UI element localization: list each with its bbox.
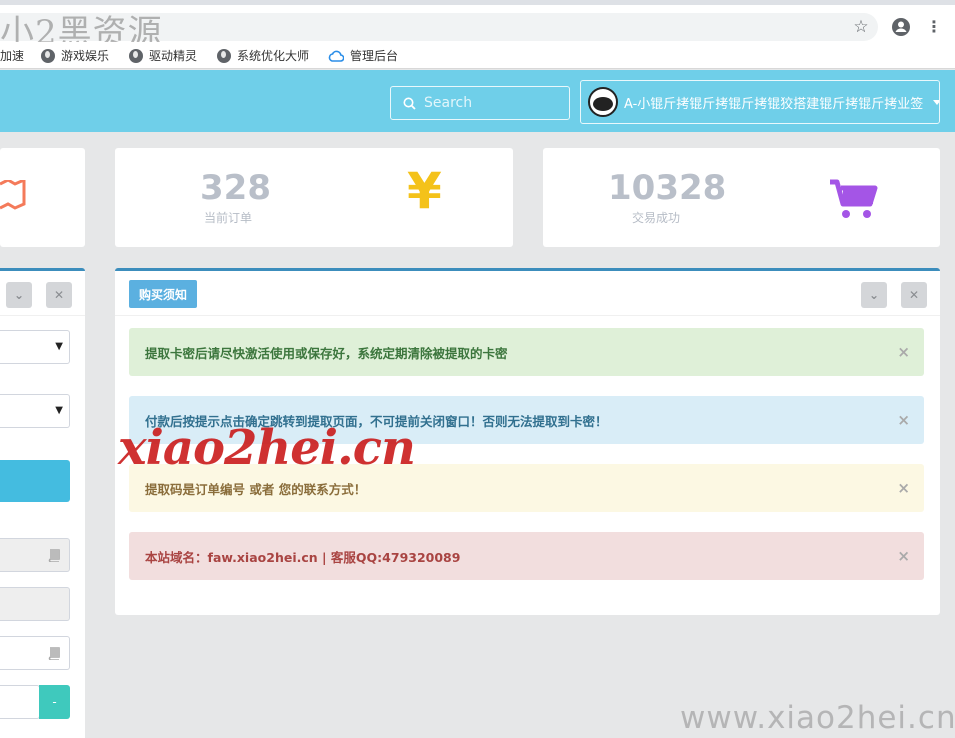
alert-danger: 本站域名：faw.xiao2hei.cn | 客服QQ:479320089 × [129,532,924,580]
select-arrow-icon: ▼ [55,405,63,416]
order-form-panel: ⌄ ✕ ▼ ▼ - [0,268,85,738]
watermark-bottom: www.xiao2hei.cn [680,700,955,736]
watermark-center: xiao2hei.cn [118,420,416,476]
user-name: A-小锟斤拷锟斤拷锟斤拷锟狡搭建锟斤拷锟斤拷业签 [624,96,924,112]
bookmark-item[interactable]: 驱动精灵 [129,47,197,64]
bookmark-item[interactable]: 加速 [0,47,24,64]
avatar [588,87,618,117]
cart-icon [830,179,878,218]
globe-icon [41,48,55,63]
info-bar [0,460,70,502]
contact-field[interactable] [0,636,70,670]
stat-card-orders: 328 当前订单 ¥ [115,148,513,247]
book-small-icon [48,549,60,562]
alert-success: 提取卡密后请尽快激活使用或保存好，系统定期清除被提取的卡密 × [129,328,924,376]
close-icon[interactable]: × [897,479,910,497]
panel-divider [0,315,85,316]
bookmark-label: 管理后台 [350,49,399,63]
bookmark-item[interactable]: 游戏娱乐 [41,47,109,64]
stat-card-partial [0,148,85,247]
chevron-down-icon [933,99,939,105]
close-button[interactable]: ✕ [46,282,72,308]
stat-card-success: 10328 交易成功 [543,148,940,247]
browser-menu-icon[interactable]: ⋮ [924,17,944,37]
stat-label: 当前订单 [204,211,253,225]
bookmark-label: 游戏娱乐 [61,49,110,63]
alert-text: 提取码是订单编号 或者 您的联系方式！ [145,481,367,497]
quantity-input[interactable] [0,685,40,719]
quantity-minus-button[interactable]: - [39,685,70,719]
browser-toolbar: 小2黑资源 ☆ ⋮ [0,0,955,53]
bookmarks-bar: 加速 游戏娱乐 驱动精灵 系统优化大师 管理后台 [0,42,955,69]
user-menu[interactable]: A-小锟斤拷锟斤拷锟斤拷锟狡搭建锟斤拷锟斤拷业签 [580,80,940,124]
close-icon[interactable]: × [897,411,910,429]
profile-icon[interactable] [891,17,911,37]
book-icon [0,180,26,210]
bookmark-star-icon[interactable]: ☆ [851,17,871,37]
stat-label: 交易成功 [632,211,681,225]
bookmark-item[interactable]: 管理后台 [328,47,398,64]
bookmark-label: 加速 [0,49,25,63]
globe-icon [129,48,143,63]
stock-field [0,587,70,621]
cloud-icon [328,50,344,62]
stat-value: 328 [200,168,271,208]
alert-text: 提取卡密后请尽快激活使用或保存好，系统定期清除被提取的卡密 [145,345,508,361]
price-field [0,538,70,572]
bookmark-item[interactable]: 系统优化大师 [217,47,309,64]
stat-value: 10328 [608,168,727,208]
close-button[interactable]: ✕ [901,282,927,308]
category-select[interactable]: ▼ [0,330,70,364]
collapse-button[interactable]: ⌄ [861,282,887,308]
search-input[interactable] [424,95,554,111]
bookmark-label: 系统优化大师 [237,49,310,63]
book-small-icon [48,647,60,660]
app-header: A-小锟斤拷锟斤拷锟斤拷锟狡搭建锟斤拷锟斤拷业签 [0,70,955,132]
alert-text: 本站域名：faw.xiao2hei.cn | 客服QQ:479320089 [145,549,461,565]
globe-icon [217,48,231,63]
collapse-button[interactable]: ⌄ [6,282,32,308]
close-icon[interactable]: × [897,547,910,565]
search-icon [403,97,416,110]
bookmark-label: 驱动精灵 [149,49,198,63]
panel-divider [115,315,940,316]
notice-title: 购买须知 [129,280,198,308]
product-select[interactable]: ▼ [0,394,70,428]
select-arrow-icon: ▼ [55,341,63,352]
search-box[interactable] [390,86,570,120]
yen-icon: ¥ [407,162,442,220]
close-icon[interactable]: × [897,343,910,361]
